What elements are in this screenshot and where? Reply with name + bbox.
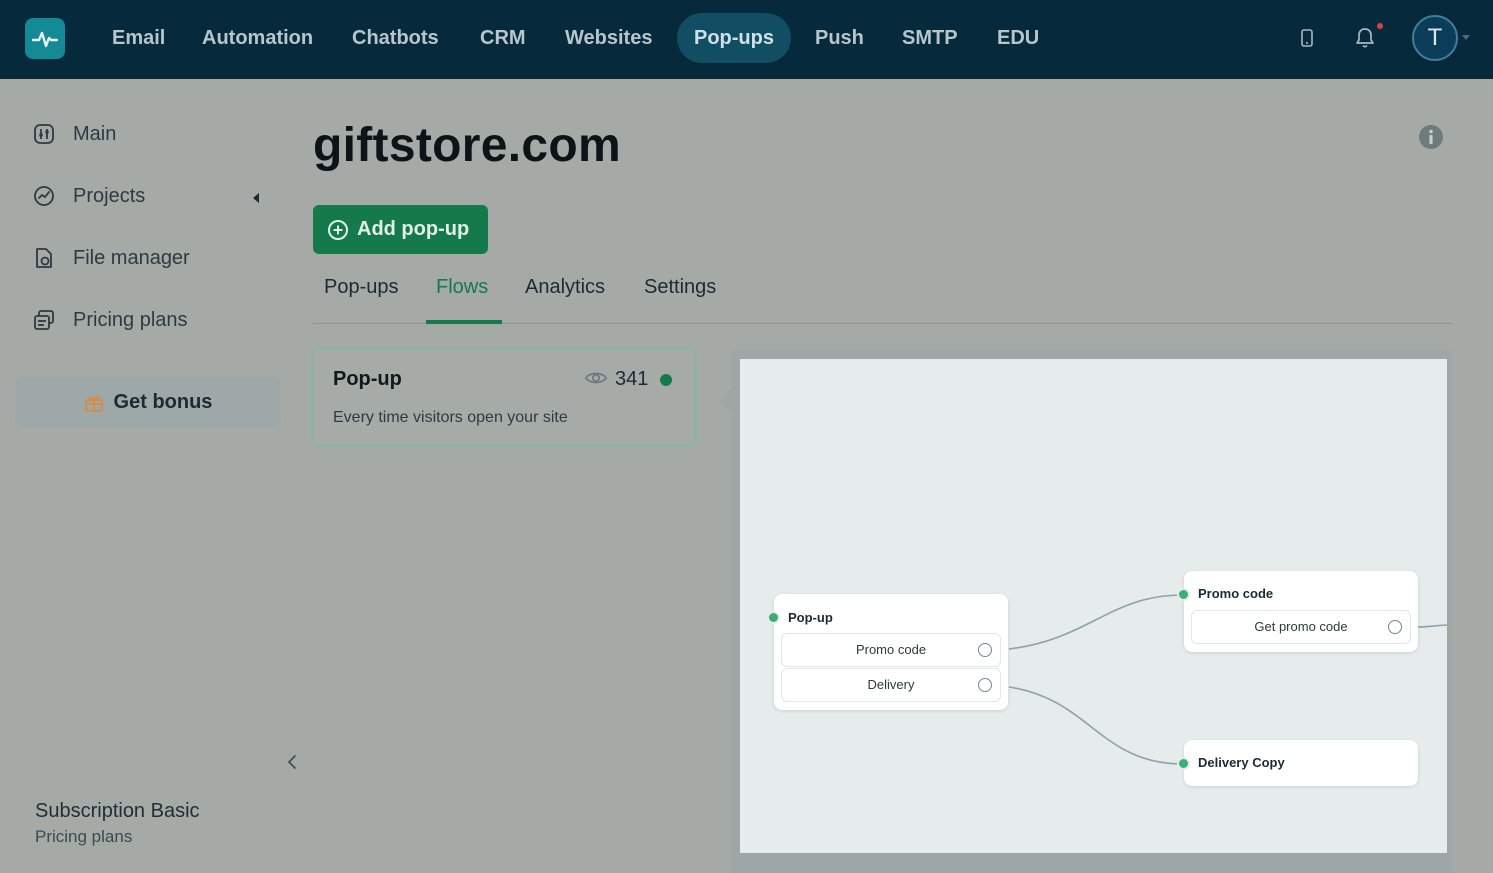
- option-label: Get promo code: [1254, 619, 1348, 634]
- tab-analytics[interactable]: Analytics: [525, 276, 605, 299]
- input-port[interactable]: [1177, 588, 1190, 601]
- nav-crm[interactable]: CRM: [463, 13, 543, 63]
- nav-chatbots[interactable]: Chatbots: [335, 13, 456, 63]
- logo-icon[interactable]: [25, 18, 65, 59]
- nav-edu[interactable]: EDU: [980, 13, 1056, 63]
- flow-card-title: Pop-up: [333, 368, 402, 390]
- node-option-get-promo[interactable]: Get promo code: [1191, 610, 1411, 644]
- node-option-delivery[interactable]: Delivery: [781, 668, 1001, 702]
- page-title: giftstore.com: [313, 119, 621, 172]
- sidebar-item-label: Pricing plans: [73, 308, 188, 331]
- tab-settings[interactable]: Settings: [644, 276, 716, 299]
- flow-canvas[interactable]: Pop-up Promo code Delivery Promo code Ge…: [740, 359, 1447, 853]
- bell-icon[interactable]: [1352, 25, 1378, 51]
- flow-node-promo-code[interactable]: Promo code Get promo code: [1184, 571, 1418, 652]
- tab-popups[interactable]: Pop-ups: [324, 276, 399, 299]
- flow-card[interactable]: Pop-up 341 Every time visitors open your…: [311, 347, 697, 447]
- sidebar-item-main[interactable]: Main: [32, 119, 116, 149]
- active-tab-indicator: [426, 320, 502, 324]
- notification-badge: [1377, 23, 1383, 29]
- output-port[interactable]: [1388, 620, 1402, 634]
- output-port[interactable]: [978, 643, 992, 657]
- file-manager-icon: [32, 246, 56, 270]
- top-navigation: Email Automation Chatbots CRM Websites P…: [0, 0, 1493, 79]
- panel-pointer: [719, 389, 731, 413]
- chevron-down-icon[interactable]: [1462, 35, 1470, 40]
- avatar[interactable]: T: [1412, 15, 1458, 61]
- connector-delivery: [1008, 686, 1184, 765]
- eye-icon: [585, 370, 607, 391]
- sidebar-item-label: Main: [73, 122, 117, 145]
- plus-circle-icon: [327, 219, 349, 241]
- info-icon[interactable]: [1418, 124, 1444, 150]
- node-title: Pop-up: [788, 610, 833, 625]
- option-label: Delivery: [867, 677, 915, 692]
- sidebar-item-projects[interactable]: Projects: [32, 181, 145, 211]
- projects-icon: [32, 184, 56, 208]
- node-title: Delivery Copy: [1198, 755, 1285, 770]
- flow-card-description: Every time visitors open your site: [333, 409, 568, 426]
- add-popup-label: Add pop-up: [357, 218, 470, 240]
- node-option-promo[interactable]: Promo code: [781, 633, 1001, 667]
- connector-promo: [1008, 594, 1184, 650]
- collapse-sidebar-icon[interactable]: [284, 752, 300, 772]
- nav-email[interactable]: Email: [95, 13, 182, 63]
- caret-left-icon[interactable]: [253, 193, 259, 203]
- tab-flows[interactable]: Flows: [436, 276, 488, 299]
- nav-smtp[interactable]: SMTP: [885, 13, 975, 63]
- sidebar-item-label: Projects: [73, 184, 146, 207]
- flow-card-views: 341: [615, 368, 649, 390]
- input-port[interactable]: [767, 611, 780, 624]
- subscription-title: Subscription Basic: [35, 800, 200, 822]
- get-bonus-button[interactable]: Get bonus: [15, 377, 281, 428]
- mobile-icon[interactable]: [1296, 26, 1318, 50]
- add-popup-button[interactable]: Add pop-up: [313, 205, 488, 254]
- node-title: Promo code: [1198, 586, 1274, 601]
- sidebar-item-pricing[interactable]: Pricing plans: [32, 305, 188, 335]
- nav-popups[interactable]: Pop-ups: [677, 13, 791, 63]
- nav-push[interactable]: Push: [798, 13, 881, 63]
- option-label: Promo code: [855, 642, 927, 657]
- flow-node-delivery-copy[interactable]: Delivery Copy: [1184, 740, 1418, 786]
- sidebar-item-file-manager[interactable]: File manager: [32, 243, 190, 273]
- nav-websites[interactable]: Websites: [548, 13, 669, 63]
- dashboard-icon: [32, 122, 56, 146]
- pricing-plans-link[interactable]: Pricing plans: [35, 827, 132, 847]
- status-indicator: [660, 374, 672, 386]
- sidebar-item-label: File manager: [73, 246, 190, 269]
- gift-icon: [84, 393, 104, 413]
- input-port[interactable]: [1177, 757, 1190, 770]
- connector-continue: [1416, 624, 1447, 628]
- pricing-icon: [32, 308, 56, 332]
- output-port[interactable]: [978, 678, 992, 692]
- get-bonus-label: Get bonus: [113, 391, 213, 413]
- flow-node-popup[interactable]: Pop-up Promo code Delivery: [774, 594, 1008, 710]
- nav-automation[interactable]: Automation: [185, 13, 330, 63]
